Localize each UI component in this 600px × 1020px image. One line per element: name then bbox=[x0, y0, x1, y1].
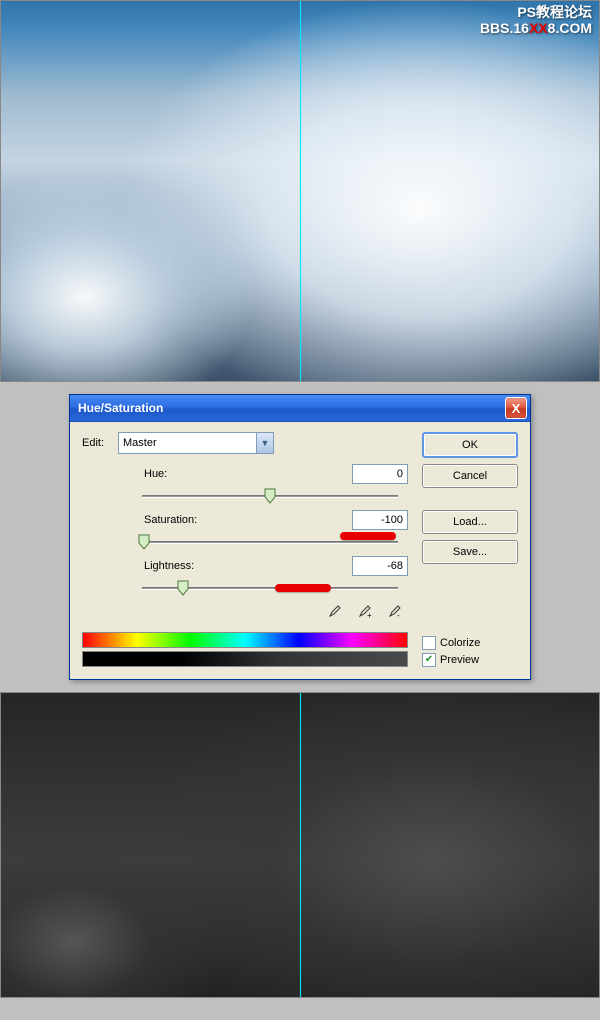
hue-slider[interactable] bbox=[142, 488, 398, 504]
colorize-checkbox[interactable] bbox=[422, 636, 436, 650]
saturation-input[interactable]: -100 bbox=[352, 510, 408, 530]
svg-text:+: + bbox=[367, 611, 372, 620]
dialog-title: Hue/Saturation bbox=[78, 401, 163, 415]
ok-button[interactable]: OK bbox=[422, 432, 518, 458]
preview-label: Preview bbox=[440, 654, 479, 666]
preview-checkbox[interactable]: ✔ bbox=[422, 653, 436, 667]
save-button[interactable]: Save... bbox=[422, 540, 518, 564]
cancel-button[interactable]: Cancel bbox=[422, 464, 518, 488]
saturation-label: Saturation: bbox=[144, 514, 197, 526]
svg-text:-: - bbox=[397, 611, 400, 620]
titlebar[interactable]: Hue/Saturation X bbox=[70, 395, 530, 422]
load-button[interactable]: Load... bbox=[422, 510, 518, 534]
highlight-mark-lightness bbox=[275, 584, 331, 592]
hue-slider-thumb[interactable] bbox=[264, 488, 276, 504]
lightness-slider[interactable] bbox=[142, 580, 398, 596]
close-icon: X bbox=[512, 401, 521, 416]
saturation-slider-thumb[interactable] bbox=[138, 534, 150, 550]
eyedropper-add-icon[interactable]: + bbox=[354, 602, 374, 622]
edit-combo[interactable]: Master ▼ bbox=[118, 432, 274, 454]
vertical-guide-bottom[interactable] bbox=[300, 693, 301, 997]
hue-saturation-dialog: Hue/Saturation X Edit: Master ▼ bbox=[69, 394, 531, 680]
eyedropper-subtract-icon[interactable]: - bbox=[384, 602, 404, 622]
close-button[interactable]: X bbox=[505, 397, 527, 419]
lightness-input[interactable]: -68 bbox=[352, 556, 408, 576]
edit-combo-value: Master bbox=[123, 437, 157, 449]
lightness-label: Lightness: bbox=[144, 560, 194, 572]
watermark: PS教程论坛 BBS.16XX8.COM bbox=[480, 4, 592, 36]
saturation-slider[interactable] bbox=[142, 534, 398, 550]
hue-label: Hue: bbox=[144, 468, 167, 480]
output-spectrum-bar bbox=[82, 651, 408, 667]
hue-spectrum-bar bbox=[82, 632, 408, 648]
chevron-down-icon: ▼ bbox=[256, 433, 273, 453]
colorize-label: Colorize bbox=[440, 637, 480, 649]
watermark-line1: PS教程论坛 bbox=[480, 4, 592, 20]
eyedropper-icon[interactable] bbox=[324, 602, 344, 622]
preview-checkbox-row[interactable]: ✔ Preview bbox=[422, 653, 518, 667]
colorize-checkbox-row[interactable]: Colorize bbox=[422, 636, 518, 650]
edit-label: Edit: bbox=[82, 437, 112, 449]
hue-input[interactable]: 0 bbox=[352, 464, 408, 484]
before-image bbox=[0, 0, 600, 382]
lightness-slider-thumb[interactable] bbox=[177, 580, 189, 596]
vertical-guide[interactable] bbox=[300, 1, 301, 381]
watermark-line2: BBS.16XX8.COM bbox=[480, 20, 592, 36]
after-image bbox=[0, 692, 600, 998]
